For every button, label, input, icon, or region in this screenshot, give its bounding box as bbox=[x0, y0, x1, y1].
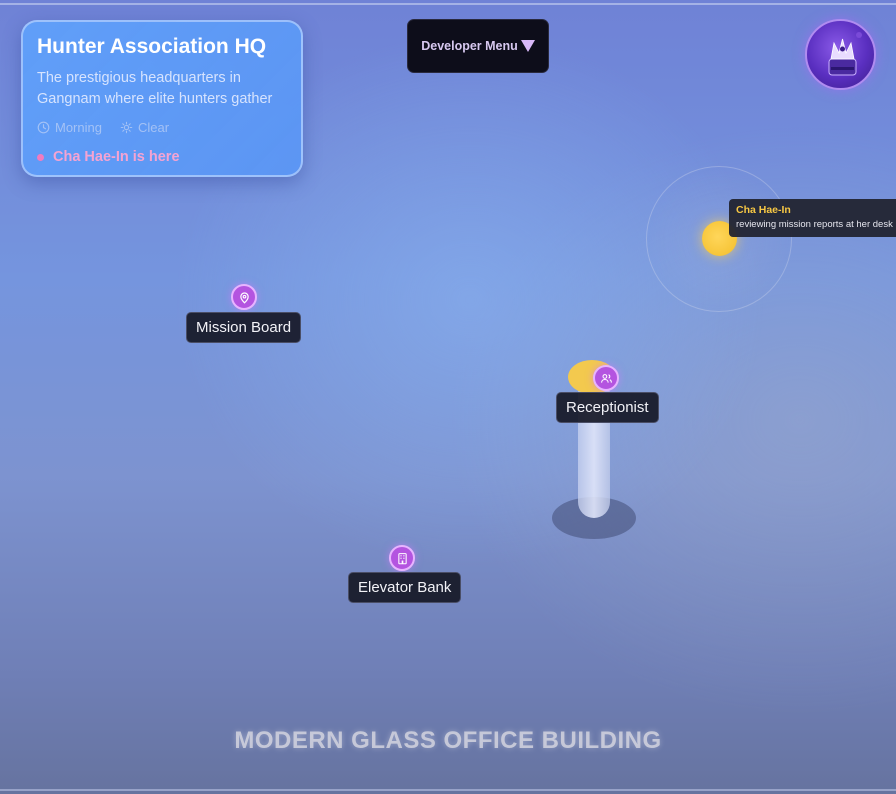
poi-receptionist[interactable]: Receptionist bbox=[556, 365, 659, 424]
developer-menu-label: Developer Menu bbox=[421, 39, 518, 53]
scene-caption: MODERN GLASS OFFICE BUILDING bbox=[234, 727, 662, 754]
presence-label: Cha Hae-In is here bbox=[53, 149, 180, 165]
poi-label: Elevator Bank bbox=[348, 572, 462, 603]
location-info-card: Hunter Association HQ The prestigious he… bbox=[21, 20, 303, 177]
sun-icon bbox=[120, 121, 133, 134]
presence-dot bbox=[37, 153, 44, 161]
poi-label: Mission Board bbox=[186, 312, 302, 343]
character-name: Cha Hae-In bbox=[736, 204, 791, 216]
clock-icon bbox=[37, 121, 50, 134]
top-divider bbox=[0, 3, 896, 5]
time-of-day-label: Morning bbox=[55, 120, 102, 135]
developer-menu-button[interactable]: Developer Menu bbox=[407, 19, 549, 73]
map-pin-icon bbox=[231, 284, 257, 310]
location-description: The prestigious headquarters in Gangnam … bbox=[37, 70, 273, 107]
poi-label: Receptionist bbox=[556, 392, 659, 423]
poi-elevator-bank[interactable]: Elevator Bank bbox=[348, 545, 462, 604]
building-icon bbox=[389, 545, 415, 571]
time-of-day: Morning bbox=[37, 120, 102, 135]
crown-chest-icon bbox=[828, 32, 862, 76]
location-meta: Morning Clear bbox=[37, 120, 287, 135]
weather: Clear bbox=[120, 120, 169, 135]
users-icon bbox=[593, 365, 619, 391]
map-scene: Hunter Association HQ The prestigious he… bbox=[0, 0, 896, 794]
character-activity: reviewing mission reports at her desk bbox=[736, 219, 893, 230]
location-title: Hunter Association HQ bbox=[37, 35, 267, 58]
weather-label: Clear bbox=[137, 120, 170, 135]
character-presence: Cha Hae-In is here bbox=[37, 149, 287, 165]
bottom-divider bbox=[0, 789, 896, 791]
caret-down-icon bbox=[520, 40, 535, 52]
character-tooltip: Cha Hae-In reviewing mission reports at … bbox=[729, 199, 896, 237]
poi-mission-board[interactable]: Mission Board bbox=[186, 284, 302, 343]
player-menu-avatar[interactable] bbox=[805, 19, 876, 90]
